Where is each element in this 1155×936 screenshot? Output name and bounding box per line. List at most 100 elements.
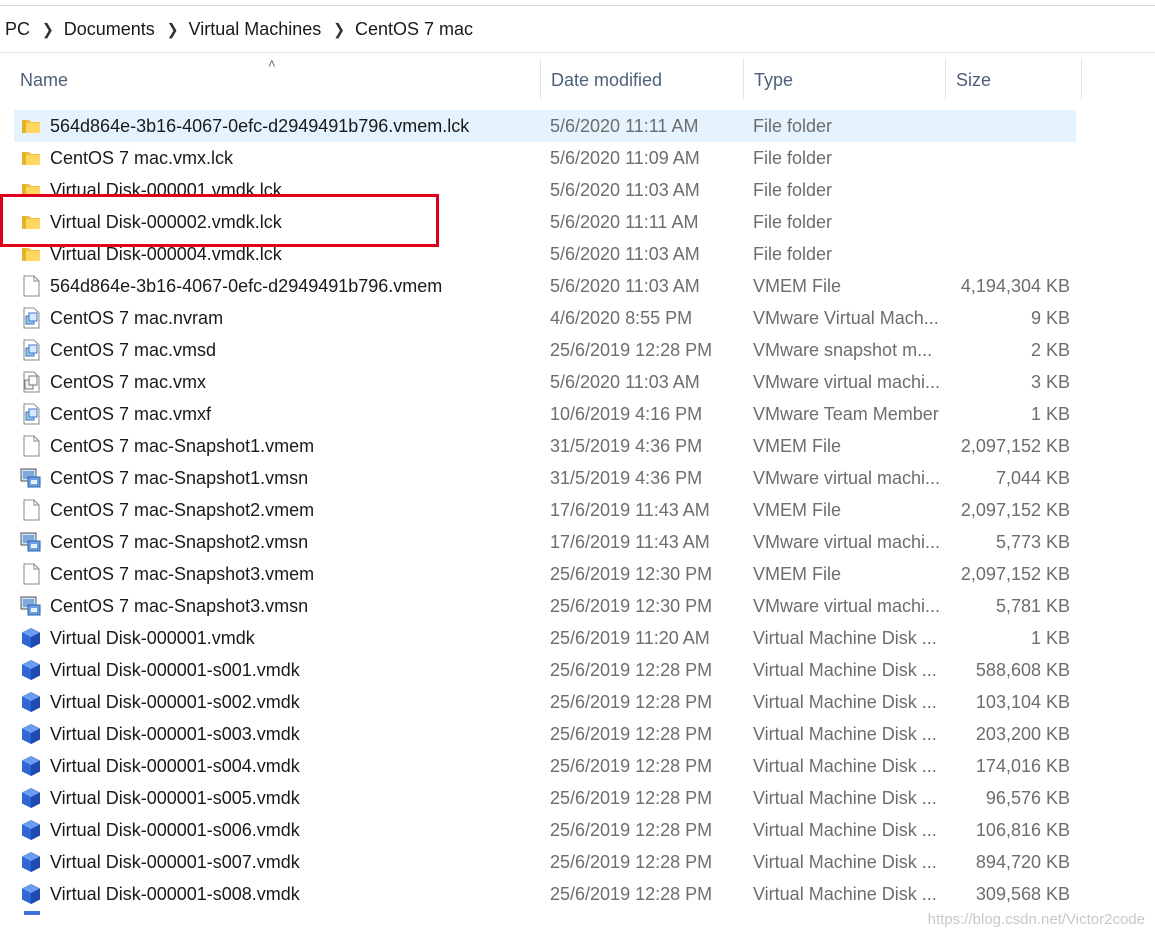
file-date-modified: 25/6/2019 12:28 PM xyxy=(550,820,713,840)
file-type: Virtual Machine Disk ... xyxy=(753,628,937,648)
file-date-modified: 5/6/2020 11:11 AM xyxy=(550,212,699,232)
file-type: Virtual Machine Disk ... xyxy=(753,660,937,680)
file-row[interactable]: CentOS 7 mac-Snapshot3.vmem 25/6/2019 12:… xyxy=(14,558,1076,590)
file-row[interactable]: Virtual Disk-000001.vmdk 25/6/2019 11:20 … xyxy=(14,622,1076,654)
file-type: Virtual Machine Disk ... xyxy=(753,884,937,904)
column-header-size[interactable]: Size xyxy=(946,58,1082,103)
file-name: Virtual Disk-000001-s007.vmdk xyxy=(50,852,300,872)
file-size: 588,608 KB xyxy=(975,660,1070,680)
file-row[interactable]: CentOS 7 mac-Snapshot1.vmem 31/5/2019 4:3… xyxy=(14,430,1076,462)
file-row[interactable]: CentOS 7 mac-Snapshot2.vmem 17/6/2019 11:… xyxy=(14,494,1076,526)
file-row[interactable]: Virtual Disk-000001-s001.vmdk 25/6/2019 1… xyxy=(14,654,1076,686)
file-type: VMware virtual machi... xyxy=(753,596,941,616)
file-name: CentOS 7 mac-Snapshot3.vmsn xyxy=(50,596,309,616)
column-header: Name Date modified Type Size xyxy=(0,58,1155,103)
blank-file-icon xyxy=(20,563,42,585)
file-date-modified: 25/6/2019 12:28 PM xyxy=(550,884,713,904)
file-size: 2,097,152 KB xyxy=(960,436,1070,456)
file-row[interactable]: 564d864e-3b16-4067-0efc-d2949491b796.vme… xyxy=(14,110,1076,142)
watermark: https://blog.csdn.net/Victor2code xyxy=(927,911,1145,928)
file-name: 564d864e-3b16-4067-0efc-d2949491b796.vme… xyxy=(50,276,443,296)
file-date-modified: 5/6/2020 11:03 AM xyxy=(550,372,700,392)
disk-cube-icon xyxy=(20,787,42,809)
breadcrumb-documents[interactable]: Documents xyxy=(64,19,155,40)
disk-cube-icon xyxy=(20,723,42,745)
file-row[interactable]: CentOS 7 mac.vmx 5/6/2020 11:03 AM VMware … xyxy=(14,366,1076,398)
file-row[interactable]: CentOS 7 mac.vmxf 10/6/2019 4:16 PM VMware… xyxy=(14,398,1076,430)
file-row[interactable]: Virtual Disk-000001-s006.vmdk 25/6/2019 1… xyxy=(14,814,1076,846)
file-size: 5,773 KB xyxy=(995,532,1070,552)
file-type: VMware virtual machi... xyxy=(753,372,941,392)
file-row[interactable]: Virtual Disk-000001-s003.vmdk 25/6/2019 1… xyxy=(14,718,1076,750)
file-row[interactable]: CentOS 7 mac.vmsd 25/6/2019 12:28 PM VMwar… xyxy=(14,334,1076,366)
file-size: 9 KB xyxy=(1030,308,1070,328)
file-date-modified: 25/6/2019 11:20 AM xyxy=(550,628,710,648)
file-name: Virtual Disk-000001.vmdk.lck xyxy=(50,180,282,200)
file-row[interactable]: CentOS 7 mac-Snapshot2.vmsn 17/6/2019 11:… xyxy=(14,526,1076,558)
file-name: CentOS 7 mac-Snapshot3.vmem xyxy=(50,564,315,584)
file-type: VMware Virtual Mach... xyxy=(753,308,939,328)
file-row[interactable]: Virtual Disk-000001-s002.vmdk 25/6/2019 1… xyxy=(14,686,1076,718)
file-size: 174,016 KB xyxy=(975,756,1070,776)
column-header-type[interactable]: Type xyxy=(744,58,946,103)
file-size xyxy=(944,110,1070,142)
file-type: Virtual Machine Disk ... xyxy=(753,692,937,712)
file-type: Virtual Machine Disk ... xyxy=(753,852,937,872)
file-name: Virtual Disk-000001-s008.vmdk xyxy=(50,884,300,904)
file-type: VMEM File xyxy=(753,276,842,296)
file-row[interactable]: Virtual Disk-000001-s005.vmdk 25/6/2019 1… xyxy=(14,782,1076,814)
column-header-name[interactable]: Name xyxy=(10,58,540,103)
breadcrumb-virtual-machines[interactable]: Virtual Machines xyxy=(189,19,322,40)
file-row[interactable]: CentOS 7 mac.nvram 4/6/2020 8:55 PM VMware… xyxy=(14,302,1076,334)
file-name: CentOS 7 mac-Snapshot2.vmem xyxy=(50,500,315,520)
file-row[interactable]: Virtual Disk-000002.vmdk.lck 5/6/2020 11:… xyxy=(14,206,1076,238)
file-date-modified: 5/6/2020 11:09 AM xyxy=(550,148,700,168)
file-row[interactable]: Virtual Disk-000001-s004.vmdk 25/6/2019 1… xyxy=(14,750,1076,782)
file-name: CentOS 7 mac-Snapshot1.vmsn xyxy=(50,468,309,488)
file-row[interactable]: CentOS 7 mac-Snapshot3.vmsn 25/6/2019 12:… xyxy=(14,590,1076,622)
file-size: 106,816 KB xyxy=(975,820,1070,840)
blank-file-icon xyxy=(20,435,42,457)
file-date-modified: 25/6/2019 12:28 PM xyxy=(550,756,713,776)
column-divider[interactable] xyxy=(1081,58,1082,100)
file-type: VMware virtual machi... xyxy=(753,468,941,488)
breadcrumb-centos-7-mac[interactable]: CentOS 7 mac xyxy=(355,19,473,40)
file-date-modified: 25/6/2019 12:28 PM xyxy=(550,660,713,680)
vmware-file-icon xyxy=(20,339,42,361)
folder-icon xyxy=(20,211,42,233)
file-row[interactable]: Virtual Disk-000001.vmdk.lck 5/6/2020 11:… xyxy=(14,174,1076,206)
column-header-date[interactable]: Date modified xyxy=(541,58,743,103)
file-row[interactable]: Virtual Disk-000004.vmdk.lck 5/6/2020 11:… xyxy=(14,238,1076,270)
snapshot-file-icon xyxy=(20,467,42,489)
file-size xyxy=(944,238,1070,270)
breadcrumb-pc[interactable]: PC xyxy=(0,19,30,40)
breadcrumb[interactable]: PC ❯ Documents ❯ Virtual Machines ❯ Cent… xyxy=(0,6,1155,53)
file-date-modified: 17/6/2019 11:43 AM xyxy=(550,532,710,552)
file-row[interactable]: CentOS 7 mac.vmx.lck 5/6/2020 11:09 AM Fil… xyxy=(14,142,1076,174)
file-size: 7,044 KB xyxy=(995,468,1070,488)
file-date-modified: 5/6/2020 11:03 AM xyxy=(550,244,700,264)
file-size: 1 KB xyxy=(1030,628,1070,648)
file-row[interactable]: CentOS 7 mac-Snapshot1.vmsn 31/5/2019 4:3… xyxy=(14,462,1076,494)
vmware-file-icon xyxy=(20,307,42,329)
file-name: 564d864e-3b16-4067-0efc-d2949491b796.vme… xyxy=(50,116,470,136)
chevron-right-icon[interactable]: ❯ xyxy=(155,20,189,39)
file-row[interactable]: Virtual Disk-000001-s007.vmdk 25/6/2019 1… xyxy=(14,846,1076,878)
file-size: 309,568 KB xyxy=(975,884,1070,904)
file-size: 103,104 KB xyxy=(975,692,1070,712)
chevron-right-icon[interactable]: ❯ xyxy=(30,20,64,39)
file-name: Virtual Disk-000001-s006.vmdk xyxy=(50,820,300,840)
file-size xyxy=(944,206,1070,238)
file-type: File folder xyxy=(753,180,833,200)
blank-file-icon xyxy=(20,275,42,297)
chevron-right-icon[interactable]: ❯ xyxy=(321,20,355,39)
file-size: 96,576 KB xyxy=(985,788,1070,808)
file-row[interactable]: Virtual Disk-000001-s008.vmdk 25/6/2019 1… xyxy=(14,878,1076,910)
file-type: File folder xyxy=(753,116,833,136)
file-type: VMware Team Member xyxy=(753,404,939,424)
file-type: Virtual Machine Disk ... xyxy=(753,788,937,808)
file-date-modified: 25/6/2019 12:28 PM xyxy=(550,340,713,360)
file-row[interactable]: 564d864e-3b16-4067-0efc-d2949491b796.vme… xyxy=(14,270,1076,302)
file-name: CentOS 7 mac-Snapshot2.vmsn xyxy=(50,532,309,552)
disk-cube-icon xyxy=(20,755,42,777)
